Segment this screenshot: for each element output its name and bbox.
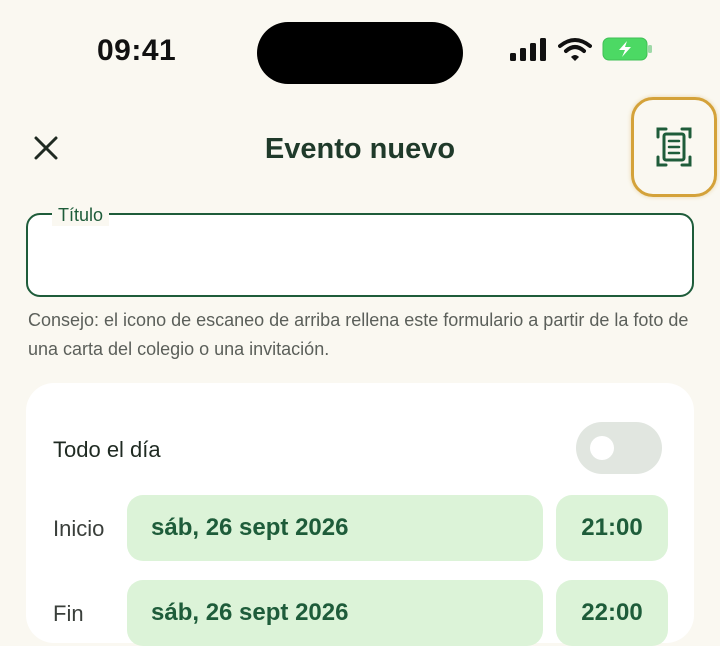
title-label: Título xyxy=(52,205,110,226)
signal-icon xyxy=(510,38,546,61)
status-icons xyxy=(508,36,654,62)
status-time: 09:41 xyxy=(97,34,177,67)
scan-button[interactable] xyxy=(631,97,717,197)
end-label: Fin xyxy=(53,601,84,626)
end-time-button[interactable]: 22:00 xyxy=(556,580,668,646)
title-input[interactable] xyxy=(26,213,694,297)
wifi-icon xyxy=(558,38,592,61)
battery-charging-icon xyxy=(602,37,652,61)
all-day-toggle[interactable] xyxy=(576,422,662,474)
end-date-button[interactable]: sáb, 26 sept 2026 xyxy=(127,580,543,646)
toggle-knob xyxy=(590,436,614,460)
scan-document-icon xyxy=(656,127,692,167)
start-date-button[interactable]: sáb, 26 sept 2026 xyxy=(127,495,543,561)
dynamic-island xyxy=(257,22,463,84)
all-day-label: Todo el día xyxy=(53,437,161,462)
start-label: Inicio xyxy=(53,516,105,541)
start-time-button[interactable]: 21:00 xyxy=(556,495,668,561)
hint-text: Consejo: el icono de escaneo de arriba r… xyxy=(28,310,689,359)
page-title: Evento nuevo xyxy=(264,133,456,165)
